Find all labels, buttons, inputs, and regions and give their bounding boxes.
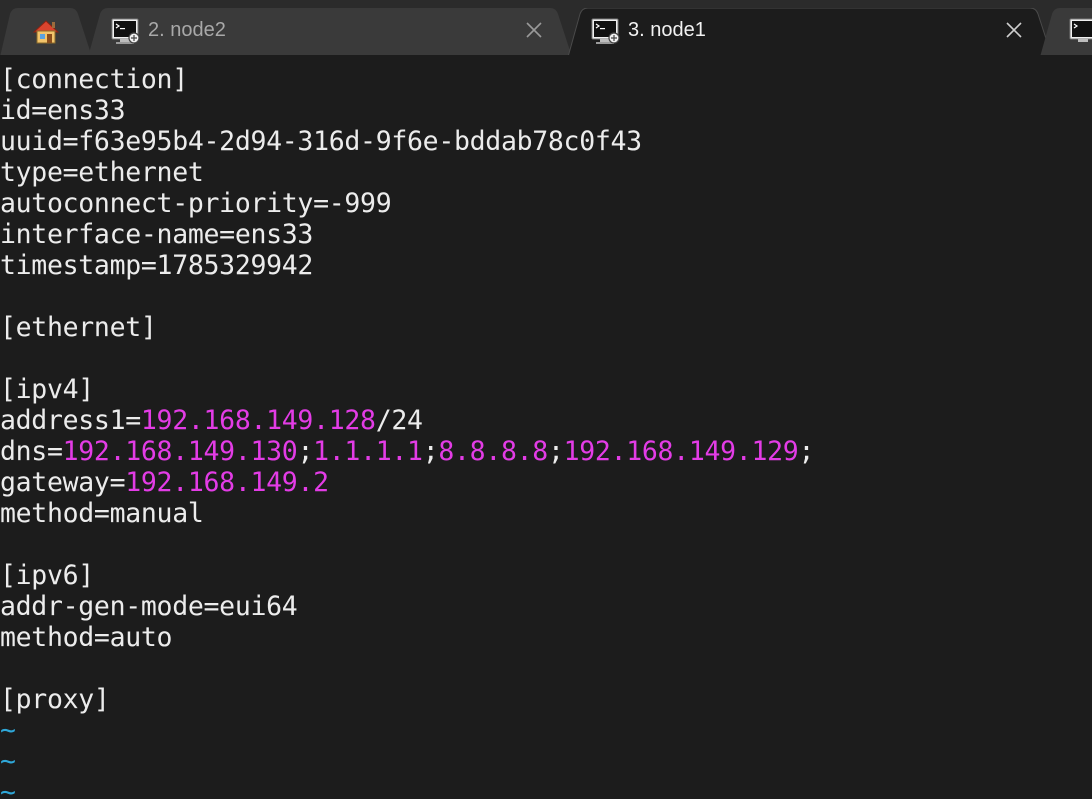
- dns-value-3: 8.8.8.8: [438, 436, 548, 467]
- empty-line-marker: ~: [0, 746, 16, 777]
- editor-line: addr-gen-mode=eui64: [0, 591, 298, 622]
- editor-line: autoconnect-priority=-999: [0, 188, 392, 219]
- dns-value-4: 192.168.149.129: [563, 436, 799, 467]
- editor-blank-line: [0, 281, 1092, 312]
- editor-line: [connection]: [0, 64, 188, 95]
- terminal-icon: [591, 18, 620, 44]
- editor-blank-line: [0, 343, 1092, 374]
- tab-bar-divider: [0, 55, 1092, 57]
- address1-suffix: /24: [375, 405, 423, 436]
- dns-value-1: 192.168.149.130: [62, 436, 298, 467]
- editor-blank-line: [0, 529, 1092, 560]
- dns-value-2: 1.1.1.1: [313, 436, 423, 467]
- editor-line-dns: dns=192.168.149.130;1.1.1.1;8.8.8.8;192.…: [0, 436, 1092, 467]
- empty-line-marker: ~: [0, 715, 16, 746]
- editor-line: uuid=f63e95b4-2d94-316d-9f6e-bddab78c0f4…: [0, 126, 642, 157]
- dns-separator: ;: [547, 436, 564, 467]
- address1-ip: 192.168.149.128: [140, 405, 376, 436]
- dns-key: dns=: [0, 436, 63, 467]
- tab-node2-title: 2. node2: [148, 19, 226, 41]
- tab-node1[interactable]: 3. node1: [568, 8, 1052, 57]
- editor-line: type=ethernet: [0, 157, 204, 188]
- terminal-editor[interactable]: [connection] id=ens33 uuid=f63e95b4-2d94…: [0, 64, 1092, 799]
- editor-line: [ipv4]: [0, 374, 94, 405]
- tab-bar: 2. node2 3. node1: [0, 0, 1092, 57]
- editor-blank-line: [0, 653, 1092, 684]
- terminal-icon: [1069, 18, 1092, 42]
- editor-line: interface-name=ens33: [0, 219, 314, 250]
- home-icon: [32, 20, 60, 44]
- close-icon[interactable]: [1002, 18, 1026, 42]
- empty-line-marker: ~: [0, 777, 16, 799]
- dns-separator: ;: [798, 436, 815, 467]
- editor-line: method=auto: [0, 622, 173, 653]
- close-icon[interactable]: [522, 18, 546, 42]
- gateway-ip: 192.168.149.2: [125, 467, 329, 498]
- tab-node2[interactable]: 2. node2: [88, 8, 572, 57]
- editor-line: [ethernet]: [0, 312, 157, 343]
- tab-node1-title: 3. node1: [628, 19, 706, 41]
- editor-line-address1: address1=192.168.149.128/24: [0, 405, 1092, 436]
- editor-line: method=manual: [0, 498, 204, 529]
- address1-key: address1=: [0, 405, 141, 436]
- tab-next[interactable]: [1040, 8, 1092, 57]
- terminal-icon: [111, 18, 140, 44]
- dns-separator: ;: [422, 436, 439, 467]
- editor-line-gateway: gateway=192.168.149.2: [0, 467, 1092, 498]
- editor-line: [proxy]: [0, 684, 110, 715]
- dns-separator: ;: [297, 436, 314, 467]
- editor-line: [ipv6]: [0, 560, 94, 591]
- gateway-key: gateway=: [0, 467, 126, 498]
- editor-line: id=ens33: [0, 95, 126, 126]
- editor-line: timestamp=1785329942: [0, 250, 314, 281]
